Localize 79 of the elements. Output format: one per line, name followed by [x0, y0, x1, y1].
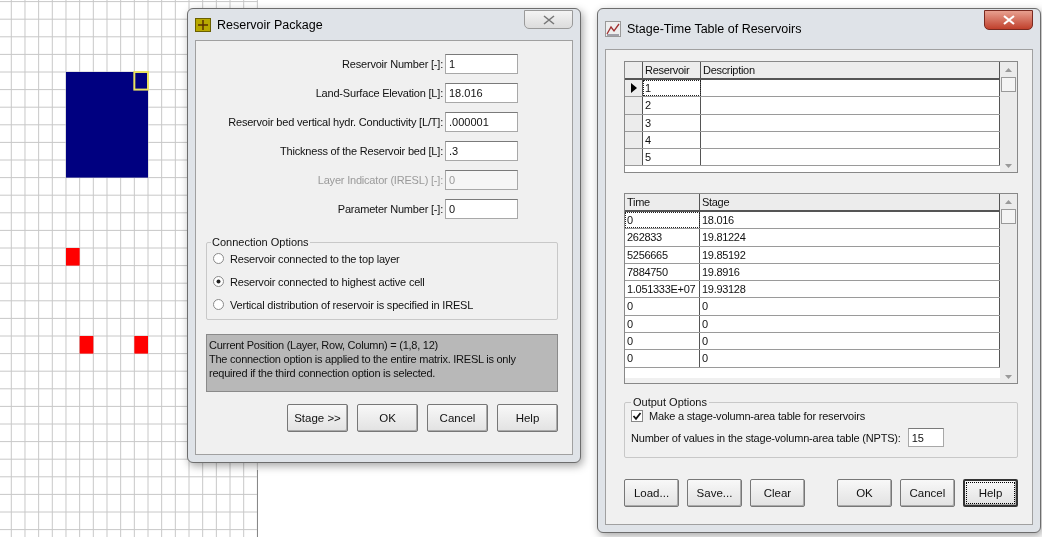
down-arrow-icon [1005, 164, 1012, 168]
dialog-button[interactable]: OK [836, 479, 892, 507]
table-cell[interactable] [701, 80, 1000, 97]
table-cell[interactable]: 0 [700, 333, 1000, 350]
reservoir-area[interactable] [66, 72, 148, 178]
group-title: Output Options [632, 396, 708, 408]
close-icon [542, 14, 555, 25]
radio-label[interactable]: Reservoir connected to the top layer [230, 252, 400, 265]
table-cell[interactable]: 2 [643, 97, 701, 114]
table-cell[interactable]: 5 [643, 149, 701, 166]
column-header: Reservoir [643, 62, 701, 78]
dialog-button[interactable]: OK [357, 404, 418, 432]
field-label: Thickness of the Reservoir bed [L]: [280, 145, 443, 157]
cell-cursor [133, 71, 149, 91]
scrollbar-thumb[interactable] [1001, 77, 1016, 92]
checkbox-label[interactable]: Make a stage-volumn-area table for reservoirs [649, 410, 865, 422]
radio-button[interactable] [213, 299, 224, 310]
scrollbar[interactable] [1000, 194, 1017, 383]
row-header[interactable] [625, 97, 643, 114]
table-cell[interactable]: 19.93128 [700, 281, 1000, 298]
dialog-button[interactable]: Help [497, 404, 558, 432]
table-cell[interactable]: 262833 [625, 229, 700, 246]
table-cell[interactable]: 0 [700, 298, 1000, 315]
row-header[interactable] [625, 149, 643, 166]
radio-label[interactable]: Vertical distribution of reservoir is specified in IRESL [230, 298, 474, 311]
app-icon [195, 17, 211, 32]
column-header: Description [701, 62, 1000, 78]
dialog-button[interactable]: Save... [687, 479, 742, 507]
current-row-icon [630, 83, 637, 94]
table-cell[interactable]: 18.016 [700, 212, 1000, 229]
radio-button[interactable] [213, 253, 224, 264]
close-icon [1002, 15, 1015, 25]
row-header[interactable] [625, 80, 643, 97]
checkbox[interactable] [631, 410, 643, 422]
down-arrow-icon [1005, 375, 1012, 379]
table-cell[interactable]: 1 [643, 80, 701, 97]
up-arrow-icon [1005, 68, 1012, 72]
radio-button[interactable] [213, 276, 224, 287]
dialog-button[interactable]: Cancel [427, 404, 488, 432]
table-cell[interactable]: 0 [625, 350, 700, 367]
grid-cell-marker[interactable] [134, 336, 148, 354]
input-field[interactable]: .000001 [445, 112, 518, 132]
table-cell[interactable]: 0 [625, 212, 700, 229]
field-label: Reservoir Number [-]: [342, 58, 443, 70]
column-header: Stage [700, 194, 1000, 210]
window-title: Stage-Time Table of Reservoirs [627, 22, 803, 36]
column-header: Time [625, 194, 700, 210]
radio-label[interactable]: Reservoir connected to highest active cell [230, 275, 425, 288]
input-field[interactable]: 0 [445, 199, 518, 219]
table-cell[interactable]: 1.051333E+07 [625, 281, 700, 298]
table-cell[interactable]: 19.81224 [700, 229, 1000, 246]
info-text: The connection option is applied to the entire matrix. IRESL is only required if the third connection option is selected. [209, 352, 517, 380]
up-arrow-icon [1005, 200, 1012, 204]
table-cell[interactable]: 0 [625, 298, 700, 315]
scrollbar-thumb[interactable] [1001, 209, 1016, 224]
field-label: Layer Indicator (IRESL) [-]: [317, 174, 443, 186]
window-title: Reservoir Package [217, 17, 324, 32]
dialog-button[interactable]: Help [962, 479, 1018, 507]
table-cell[interactable] [701, 149, 1000, 166]
field-label: Number of values in the stage-volumn-area table (NPTS): [631, 431, 901, 444]
input-field[interactable]: 18.016 [445, 83, 518, 103]
table-cell[interactable]: 0 [625, 333, 700, 350]
close-button[interactable] [984, 10, 1033, 30]
chart-icon [605, 21, 621, 37]
dialog-button[interactable]: Cancel [899, 479, 955, 507]
field-label: Parameter Number [-]: [337, 203, 443, 215]
dialog-button[interactable]: Stage >> [287, 404, 348, 432]
field-label: Reservoir bed vertical hydr. Conductivity [L/T]: [228, 116, 443, 128]
info-text: Current Position (Layer, Row, Column) = (1,8, 12) [209, 338, 439, 352]
input-field[interactable]: 15 [907, 428, 944, 447]
scrollbar[interactable] [1000, 62, 1017, 172]
input-field[interactable]: 1 [445, 54, 518, 74]
input-field[interactable]: .3 [445, 141, 518, 161]
field-label: Land-Surface Elevation [L]: [315, 87, 443, 99]
dialog-button[interactable]: Load... [624, 479, 679, 507]
table-cell[interactable]: 0 [700, 350, 1000, 367]
dialog-button[interactable]: Clear [749, 479, 805, 507]
table-cell[interactable] [701, 97, 1000, 114]
group-title: Connection Options [211, 236, 310, 248]
